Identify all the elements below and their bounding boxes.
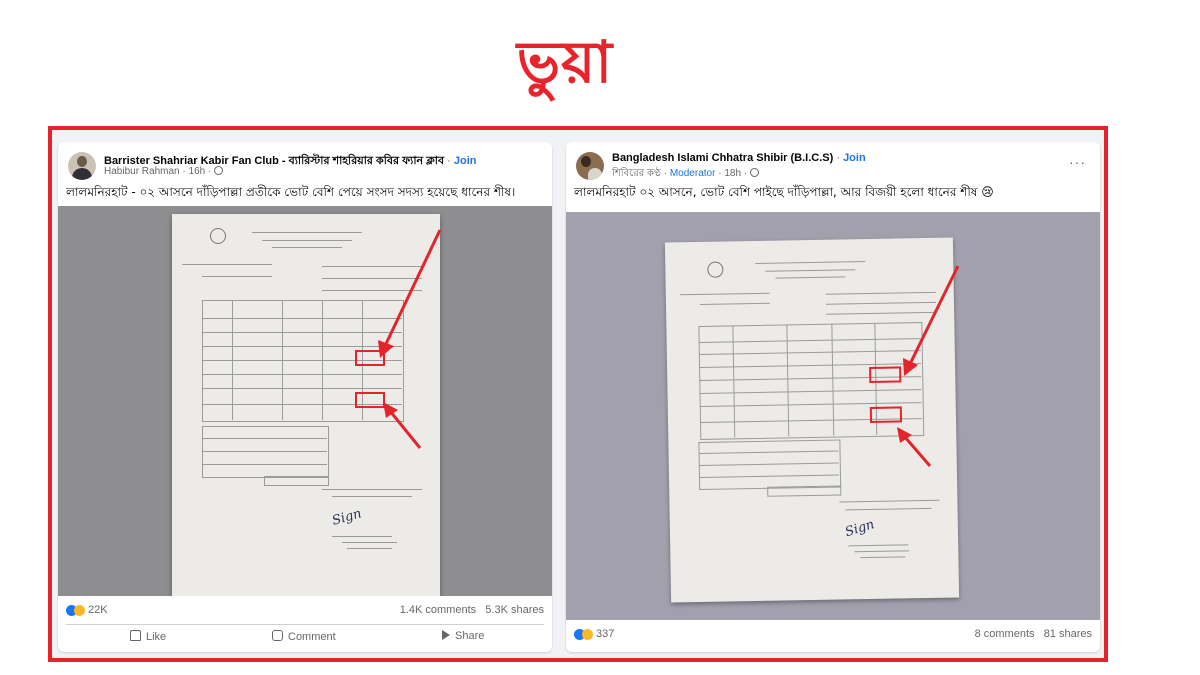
red-arrow-icon [897,265,960,467]
fake-stamp-label: ভুয়া [516,28,614,96]
facebook-post-1: Barrister Shahriar Kabir Fan Club - ব্যা… [58,142,552,652]
join-button[interactable]: Join [454,155,477,167]
reaction-count: 337 [596,628,615,641]
moderator-badge: Moderator [669,168,716,179]
group-avatar[interactable] [576,152,604,180]
separator-dot: · [182,166,186,177]
author-name[interactable]: Habibur Rahman [104,166,180,177]
facebook-post-2: Bangladesh Islami Chhatra Shibir (B.I.C.… [566,142,1100,652]
post-header: Barrister Shahriar Kabir Fan Club - ব্যা… [68,152,542,186]
post-header: Bangladesh Islami Chhatra Shibir (B.I.C.… [576,152,1090,186]
separator-dot: · [836,152,840,164]
comment-count[interactable]: 8 comments [975,628,1035,640]
separator-dot: · [663,168,668,179]
post-time[interactable]: 16h [189,166,206,177]
like-button[interactable]: Like [130,630,166,643]
globe-icon [214,166,224,175]
post-actions: Like Comment Share [58,630,552,650]
reactions-summary[interactable]: 337 [574,628,614,640]
join-button[interactable]: Join [843,152,866,164]
comment-label: Comment [288,631,336,643]
separator-dot: · [718,168,722,179]
highlight-frame: Barrister Shahriar Kabir Fan Club - ব্যা… [48,126,1108,662]
share-button[interactable]: Share [442,630,484,642]
post-photo[interactable]: Sign [566,212,1100,620]
red-arrow-icon [378,229,442,449]
share-label: Share [455,630,485,642]
group-name: Bangladesh Islami Chhatra Shibir (B.I.C.… [612,152,866,164]
divider [66,624,544,625]
post-meta: Habibur Rahman · 16h · [104,166,224,177]
engagement-stats: 337 8 comments 81 shares [574,628,1092,640]
reaction-count: 22K [88,604,108,617]
share-arrow-icon [442,630,450,640]
comment-count[interactable]: 1.4K comments [400,604,476,616]
post-caption: লালমনিরহাট ০২ আসনে, ভোট বেশি পাইছে দাঁড়… [574,185,994,199]
sad-reaction-icon [74,604,85,616]
post-caption: লালমনিরহাট - ০২ আসনে দাঁড়িপাল্লা প্রতীক… [66,185,516,199]
group-name-link[interactable]: Bangladesh Islami Chhatra Shibir (B.I.C.… [612,152,833,164]
like-label: Like [146,631,167,643]
group-avatar[interactable] [68,152,96,180]
share-count[interactable]: 5.3K shares [485,604,544,616]
post-photo[interactable]: Sign [58,206,552,596]
reactions-summary[interactable]: 22K [66,604,108,616]
engagement-stats: 22K 1.4K comments 5.3K shares [66,604,544,616]
thumbs-up-icon [130,630,141,641]
comment-button[interactable]: Comment [272,630,336,643]
share-count[interactable]: 81 shares [1044,628,1092,640]
author-name[interactable]: শিবিরের কণ্ঠ [612,168,661,179]
separator-dot: · [207,166,212,177]
separator-dot: · [447,155,451,167]
sad-reaction-icon [582,628,593,640]
more-options-icon[interactable]: ··· [1069,154,1086,170]
post-meta: শিবিরের কণ্ঠ · Moderator · 18h · [612,166,759,183]
post-time[interactable]: 18h [724,168,741,179]
separator-dot: · [743,168,748,179]
speech-bubble-icon [272,630,283,641]
globe-icon [749,168,759,177]
